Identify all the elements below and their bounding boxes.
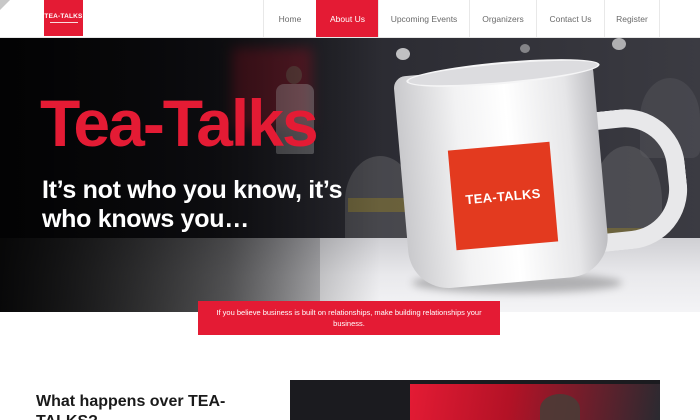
mug-logo-text: TEA-TALKS [464,185,542,207]
section-image [290,380,660,420]
mug-logo: TEA-TALKS [447,141,559,251]
navbar: TEA-TALKS Home About Us Upcoming Events … [0,0,700,38]
logo-text: TEA-TALKS [44,13,83,20]
corner-marker [0,0,10,10]
quote-box: If you believe business is built on rela… [198,301,500,335]
ceiling-light [612,38,626,50]
hero-overlay [0,38,380,312]
ceiling-light [520,44,530,53]
main-nav: Home About Us Upcoming Events Organizers… [263,0,660,37]
brand-logo[interactable]: TEA-TALKS [44,0,83,36]
image-red-backdrop [410,384,660,420]
logo-underline [49,22,78,23]
section-heading: What happens over TEA-TALKS? [36,393,226,420]
nav-item-register[interactable]: Register [604,0,660,37]
image-person [540,394,580,420]
tea-mug-image: TEA-TALKS [393,53,700,312]
hero-banner: TEA-TALKS Tea-Talks It’s not who you kno… [0,38,700,312]
nav-item-about-us[interactable]: About Us [316,0,378,37]
hero-tagline: It’s not who you know, it’s who knows yo… [42,176,343,233]
quote-text: If you believe business is built on rela… [216,308,482,328]
ceiling-light [396,48,410,60]
nav-item-organizers[interactable]: Organizers [469,0,536,37]
nav-item-upcoming-events[interactable]: Upcoming Events [378,0,469,37]
hero-title: Tea-Talks [40,86,319,160]
nav-item-contact-us[interactable]: Contact Us [536,0,604,37]
nav-item-home[interactable]: Home [263,0,316,37]
